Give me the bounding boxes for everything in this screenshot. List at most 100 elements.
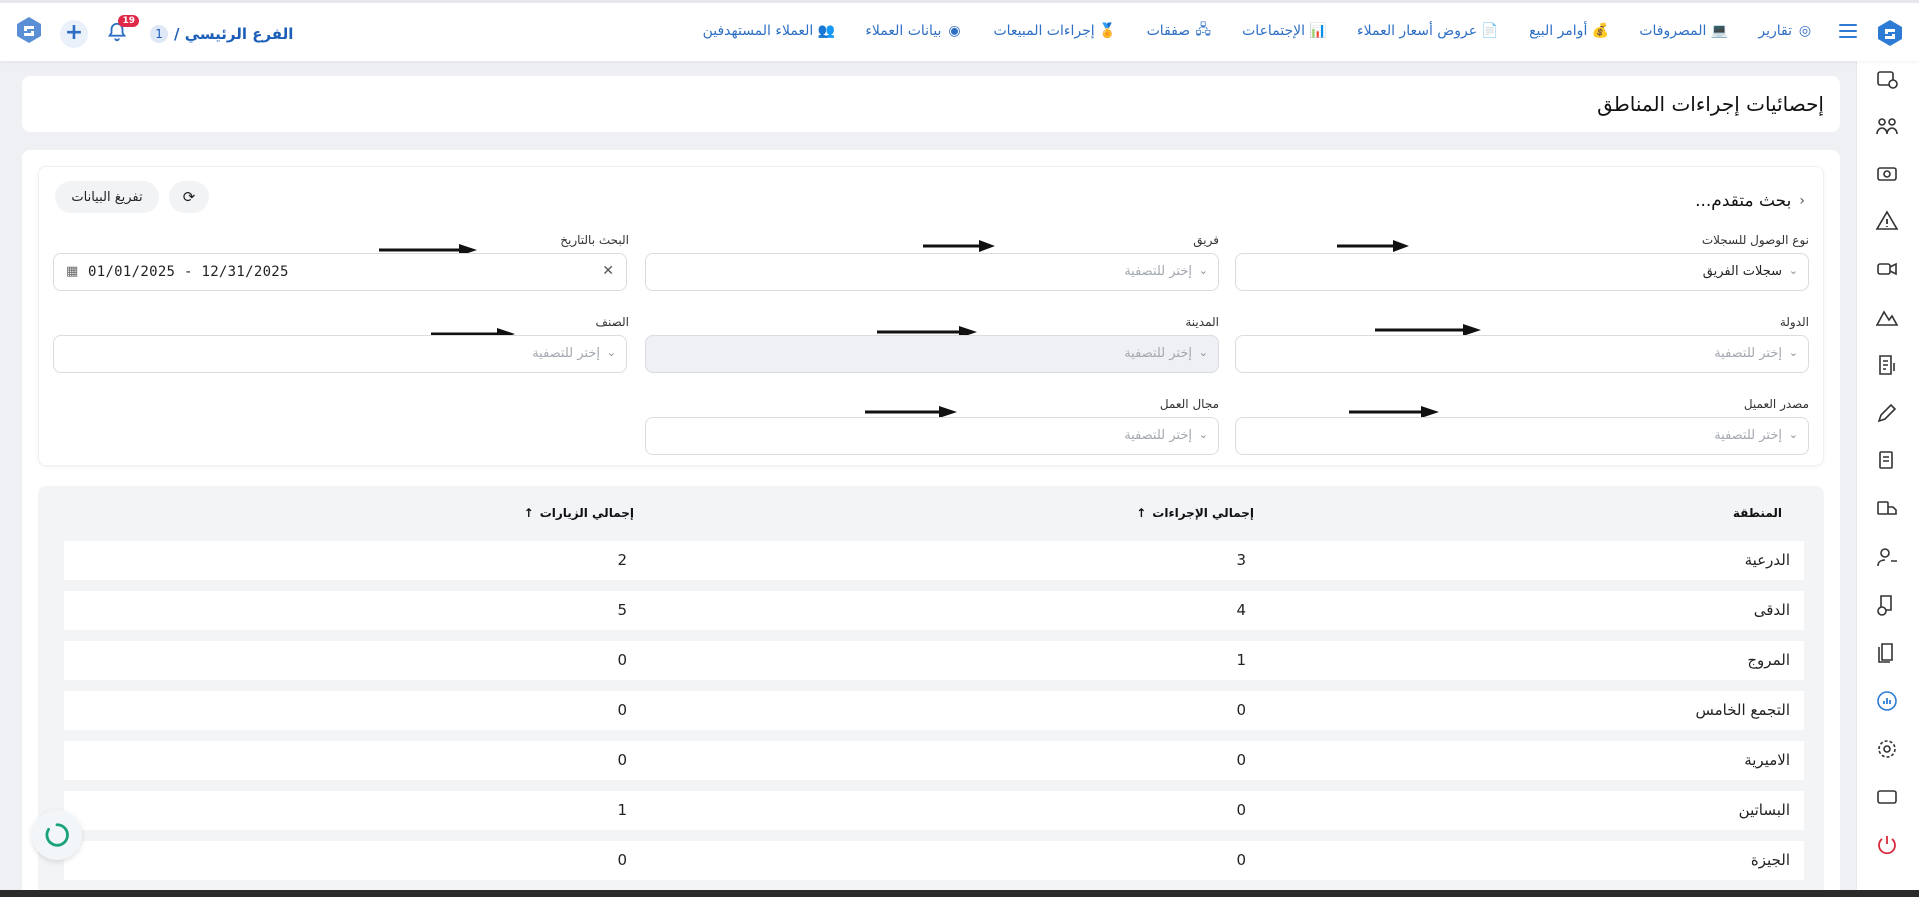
nav-quotes[interactable]: 📄 عروض أسعار العملاء bbox=[1357, 22, 1499, 40]
header-total-actions[interactable]: إجمالي الإجراءات ↑ bbox=[1136, 506, 1254, 520]
clear-icon[interactable]: ✕ bbox=[602, 263, 614, 279]
delivery-icon[interactable] bbox=[1875, 497, 1899, 521]
mountain-icon[interactable] bbox=[1875, 305, 1899, 329]
power-icon[interactable] bbox=[1875, 833, 1899, 857]
chevron-down-icon: ⌄ bbox=[1198, 264, 1208, 277]
customer-source-select[interactable]: ⌄ إختر للتصفية bbox=[1235, 417, 1809, 455]
access-type-label: نوع الوصول للسجلات bbox=[1701, 233, 1809, 247]
group-icon[interactable] bbox=[1875, 114, 1899, 138]
access-type-select[interactable]: ⌄ سجلات الفريق bbox=[1235, 253, 1809, 291]
invoice-icon[interactable] bbox=[1875, 353, 1899, 377]
app-logo-icon[interactable] bbox=[1875, 18, 1905, 48]
chart-ring-icon: ◎ bbox=[1798, 23, 1812, 39]
chevron-down-icon: ⌄ bbox=[1198, 428, 1208, 441]
page-header: إحصائيات إجراءات المناطق bbox=[22, 76, 1840, 132]
customer-source-label: مصدر العميل bbox=[1743, 397, 1809, 411]
chevron-down-icon: ⌄ bbox=[1198, 346, 1208, 359]
main-nav: 👥 العملاء المستهدفين ◉ بيانات العملاء 🏅 إجر… bbox=[703, 22, 1814, 40]
statistics-icon[interactable] bbox=[1875, 689, 1899, 713]
sort-up-icon: ↑ bbox=[1136, 506, 1147, 520]
header-total-visits[interactable]: إجمالي الزيارات ↑ bbox=[524, 506, 634, 520]
business-field-label: مجال العمل bbox=[1159, 397, 1219, 411]
city-label: المدينة bbox=[1185, 315, 1219, 329]
award-icon: 🏅 bbox=[1098, 23, 1117, 39]
chevron-down-icon: ⌄ bbox=[606, 346, 616, 359]
webcam-icon: ◉ bbox=[948, 23, 961, 39]
table-row[interactable]: الدرعية 3 2 bbox=[64, 541, 1804, 580]
user-gear-icon[interactable] bbox=[1875, 545, 1899, 569]
table-row[interactable]: البساتين 0 1 bbox=[64, 791, 1804, 830]
loading-spinner-icon bbox=[32, 810, 82, 860]
files-icon[interactable] bbox=[1875, 641, 1899, 665]
video-call-icon[interactable] bbox=[1875, 257, 1899, 281]
nav-expenses[interactable]: 💻 المصروفات bbox=[1639, 22, 1728, 40]
annotation-arrow-icon bbox=[379, 241, 477, 256]
calendar-icon: ▦ bbox=[66, 264, 79, 279]
money-bag-icon: 💰 bbox=[1591, 23, 1610, 39]
advanced-search-toggle[interactable]: ‹ بحث متقدم... bbox=[1695, 191, 1805, 211]
export-button[interactable]: تفريغ البيانات bbox=[55, 181, 159, 213]
table-row[interactable]: المروج 1 0 bbox=[64, 641, 1804, 680]
refresh-icon: ⟳ bbox=[182, 188, 196, 206]
chevron-down-icon: ⌄ bbox=[1788, 346, 1798, 359]
target-users-icon: 👥 bbox=[817, 23, 836, 39]
date-range-input[interactable]: ▦ 01/01/2025 - 12/31/2025 ✕ bbox=[53, 253, 627, 291]
nav-customer-data[interactable]: ◉ بيانات العملاء bbox=[865, 22, 963, 40]
nav-deals[interactable]: 🖧 صفقات bbox=[1147, 22, 1213, 40]
nav-sales-orders[interactable]: 💰 أوامر البيع bbox=[1529, 22, 1609, 40]
sort-up-icon: ↑ bbox=[523, 506, 534, 520]
table-row[interactable]: الجيزة 0 0 bbox=[64, 841, 1804, 880]
menu-toggle-icon[interactable] bbox=[1839, 24, 1857, 40]
top-navbar: 👥 العملاء المستهدفين ◉ بيانات العملاء 🏅 إجر… bbox=[0, 0, 1919, 61]
annotation-arrow-icon bbox=[923, 237, 995, 252]
printer-icon[interactable] bbox=[1875, 449, 1899, 473]
branch-count-badge: 1 bbox=[150, 25, 168, 43]
add-icon[interactable]: + bbox=[60, 20, 88, 48]
nav-sales-actions[interactable]: 🏅 إجراءات المبيعات bbox=[993, 22, 1116, 40]
refresh-button[interactable]: ⟳ bbox=[169, 181, 209, 213]
team-select[interactable]: ⌄ إختر للتصفية bbox=[645, 253, 1219, 291]
category-label: الصنف bbox=[595, 315, 629, 329]
chevron-left-icon: ‹ bbox=[1799, 193, 1805, 209]
nav-target-customers[interactable]: 👥 العملاء المستهدفين bbox=[703, 22, 836, 40]
header-region[interactable]: المنطقة bbox=[1733, 506, 1782, 520]
cash-icon[interactable] bbox=[1875, 162, 1899, 186]
date-search-label: البحث بالتاريخ bbox=[560, 233, 629, 247]
branch-selector[interactable]: الفرع الرئيسي / 1 bbox=[150, 25, 293, 43]
presentation-icon: 📊 bbox=[1309, 23, 1327, 39]
country-select[interactable]: ⌄ إختر للتصفية bbox=[1235, 335, 1809, 373]
pen-icon[interactable] bbox=[1875, 401, 1899, 425]
filters-panel: ‹ بحث متقدم... ⟳ تفريغ البيانات نوع الوص… bbox=[38, 166, 1824, 466]
warning-icon[interactable] bbox=[1875, 209, 1899, 233]
country-label: الدولة bbox=[1779, 315, 1809, 329]
notifications-button[interactable]: 19 bbox=[106, 15, 139, 47]
category-select[interactable]: ⌄ إختر للتصفية bbox=[53, 335, 627, 373]
annotation-arrow-icon bbox=[1337, 237, 1409, 252]
top-left-actions: + 19 الفرع الرئيسي / 1 bbox=[60, 15, 293, 48]
add-document-icon[interactable] bbox=[1875, 593, 1899, 617]
annotation-arrow-icon bbox=[865, 403, 957, 418]
table-row[interactable]: التجمع الخامس 0 0 bbox=[64, 691, 1804, 730]
add-card-icon[interactable] bbox=[1875, 67, 1899, 91]
sidebar bbox=[1856, 61, 1919, 897]
regions-table: المنطقة إجمالي الإجراءات ↑ إجمالي الزيارا… bbox=[38, 486, 1824, 897]
annotation-arrow-icon bbox=[1349, 403, 1439, 418]
main-card: ‹ بحث متقدم... ⟳ تفريغ البيانات نوع الوص… bbox=[22, 150, 1840, 897]
network-icon: 🖧 bbox=[1195, 22, 1211, 38]
chevron-down-icon: ⌄ bbox=[1788, 264, 1798, 277]
annotation-arrow-icon bbox=[1375, 321, 1481, 336]
window-icon[interactable] bbox=[1875, 785, 1899, 809]
laptop-icon: 💻 bbox=[1710, 23, 1729, 39]
nav-reports[interactable]: ◎ تقارير bbox=[1758, 22, 1814, 40]
document-icon: 📄 bbox=[1481, 23, 1499, 39]
secondary-logo-icon[interactable] bbox=[14, 15, 44, 45]
table-row[interactable]: الدقى 4 5 bbox=[64, 591, 1804, 630]
city-select[interactable]: ⌄ إختر للتصفية bbox=[645, 335, 1219, 373]
settings-gear-icon[interactable] bbox=[1875, 737, 1899, 761]
annotation-arrow-icon bbox=[877, 323, 977, 338]
business-field-select[interactable]: ⌄ إختر للتصفية bbox=[645, 417, 1219, 455]
table-row[interactable]: الاميرية 0 0 bbox=[64, 741, 1804, 780]
notification-badge: 19 bbox=[118, 15, 139, 27]
page-title: إحصائيات إجراءات المناطق bbox=[1597, 92, 1824, 116]
nav-meetings[interactable]: 📊 الإجتماعات bbox=[1242, 22, 1327, 40]
